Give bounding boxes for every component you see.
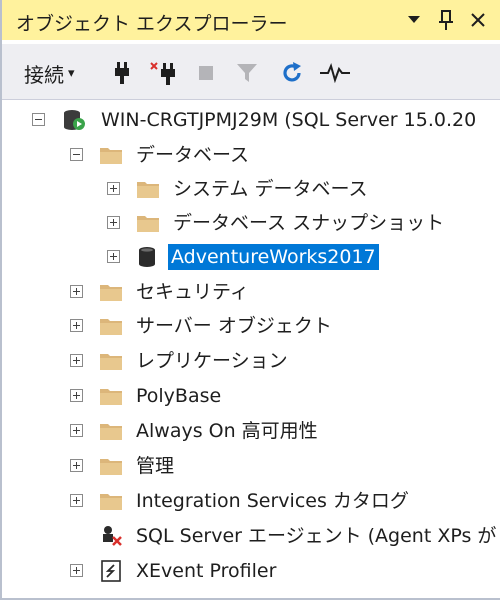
tree-node-management[interactable]: 管理 [2, 450, 500, 484]
expand-toggle[interactable] [70, 354, 83, 367]
object-explorer-toolbar: 接続 ▾ [2, 44, 500, 100]
tree-node-sql-server-agent[interactable]: SQL Server エージェント (Agent XPs が [2, 520, 500, 554]
disconnect-button[interactable] [148, 58, 180, 88]
tree-node-xevent-profiler[interactable]: XEvent Profiler [2, 555, 500, 589]
folder-icon [137, 182, 159, 198]
refresh-icon [283, 62, 301, 82]
database-icon [139, 247, 155, 267]
tree-node-server-objects[interactable]: サーバー オブジェクト [2, 310, 500, 344]
tree-node-label: SQL Server エージェント (Agent XPs が [136, 525, 497, 547]
tree-node-label: サーバー オブジェクト [136, 315, 332, 337]
tree-node-label: システム データベース [173, 178, 368, 200]
filter-icon [237, 64, 257, 82]
tree-node-label: レプリケーション [136, 350, 288, 372]
expand-toggle[interactable] [70, 389, 83, 402]
expand-toggle[interactable] [70, 564, 83, 577]
collapse-toggle[interactable] [32, 113, 45, 126]
folder-icon [100, 424, 122, 440]
tree-node-always-on[interactable]: Always On 高可用性 [2, 415, 500, 449]
folder-icon [100, 389, 122, 405]
object-explorer-panel: オブジェクト エクスプローラー 接続 ▾ WIN-CRGTJPMJ29M (SQ… [0, 0, 500, 600]
folder-icon [100, 148, 122, 164]
tree-node-label: AdventureWorks2017 [168, 244, 379, 270]
filter-button[interactable] [234, 58, 260, 88]
tree-node-label: WIN-CRGTJPMJ29M (SQL Server 15.0.20 [101, 109, 477, 131]
server-running-icon [64, 110, 85, 130]
xevent-profiler-icon [101, 560, 121, 582]
expand-toggle[interactable] [70, 494, 83, 507]
plug-icon [115, 62, 129, 84]
tree-node-integration-services[interactable]: Integration Services カタログ [2, 485, 500, 519]
panel-title-bar: オブジェクト エクスプローラー [2, 0, 500, 40]
expand-toggle[interactable] [107, 182, 120, 195]
expand-toggle[interactable] [107, 216, 120, 229]
folder-icon [137, 216, 159, 232]
window-position-dropdown-button[interactable] [400, 6, 428, 34]
expand-toggle[interactable] [70, 424, 83, 437]
refresh-button[interactable] [278, 58, 306, 88]
activity-monitor-button[interactable] [318, 58, 352, 88]
close-button[interactable] [464, 6, 492, 34]
folder-icon [100, 319, 122, 335]
close-icon [471, 13, 485, 27]
expand-toggle[interactable] [70, 459, 83, 472]
tree-node-label: データベース スナップショット [173, 212, 445, 234]
tree-node-adventureworks2017[interactable]: AdventureWorks2017 [2, 241, 500, 275]
pin-button[interactable] [432, 6, 460, 34]
sql-agent-stopped-icon [103, 526, 122, 546]
folder-icon [100, 494, 122, 510]
disconnect-plug-icon [150, 62, 175, 85]
stop-icon [199, 66, 213, 80]
activity-monitor-icon [320, 63, 350, 83]
collapse-toggle[interactable] [70, 148, 83, 161]
connect-label: 接続 [24, 62, 64, 87]
tree-node-database-snapshots[interactable]: データベース スナップショット [2, 207, 500, 241]
object-explorer-tree: WIN-CRGTJPMJ29M (SQL Server 15.0.20 データベ… [2, 102, 500, 598]
tree-node-replication[interactable]: レプリケーション [2, 345, 500, 379]
tree-node-polybase[interactable]: PolyBase [2, 380, 500, 414]
stop-button[interactable] [194, 58, 218, 88]
expand-toggle[interactable] [70, 319, 83, 332]
expand-toggle[interactable] [70, 285, 83, 298]
expand-toggle[interactable] [107, 250, 120, 263]
tree-node-system-databases[interactable]: システム データベース [2, 173, 500, 207]
tree-node-label: Always On 高可用性 [136, 420, 318, 442]
chevron-down-icon [408, 16, 420, 23]
chevron-down-icon: ▾ [68, 65, 75, 81]
connect-dropdown-button[interactable]: 接続 ▾ [24, 58, 94, 88]
folder-icon [100, 354, 122, 370]
tree-node-server[interactable]: WIN-CRGTJPMJ29M (SQL Server 15.0.20 [2, 104, 500, 138]
panel-title: オブジェクト エクスプローラー [16, 13, 288, 35]
tree-node-label: セキュリティ [136, 281, 249, 303]
connect-object-explorer-button[interactable] [108, 58, 136, 88]
folder-icon [100, 285, 122, 301]
tree-node-security[interactable]: セキュリティ [2, 276, 500, 310]
tree-node-label: データベース [136, 144, 250, 166]
tree-node-label: PolyBase [136, 385, 222, 407]
folder-icon [100, 459, 122, 475]
tree-node-label: 管理 [136, 455, 175, 477]
tree-node-databases[interactable]: データベース [2, 139, 500, 173]
pin-icon [439, 10, 453, 30]
tree-node-label: Integration Services カタログ [136, 490, 409, 512]
tree-node-label: XEvent Profiler [136, 560, 277, 582]
